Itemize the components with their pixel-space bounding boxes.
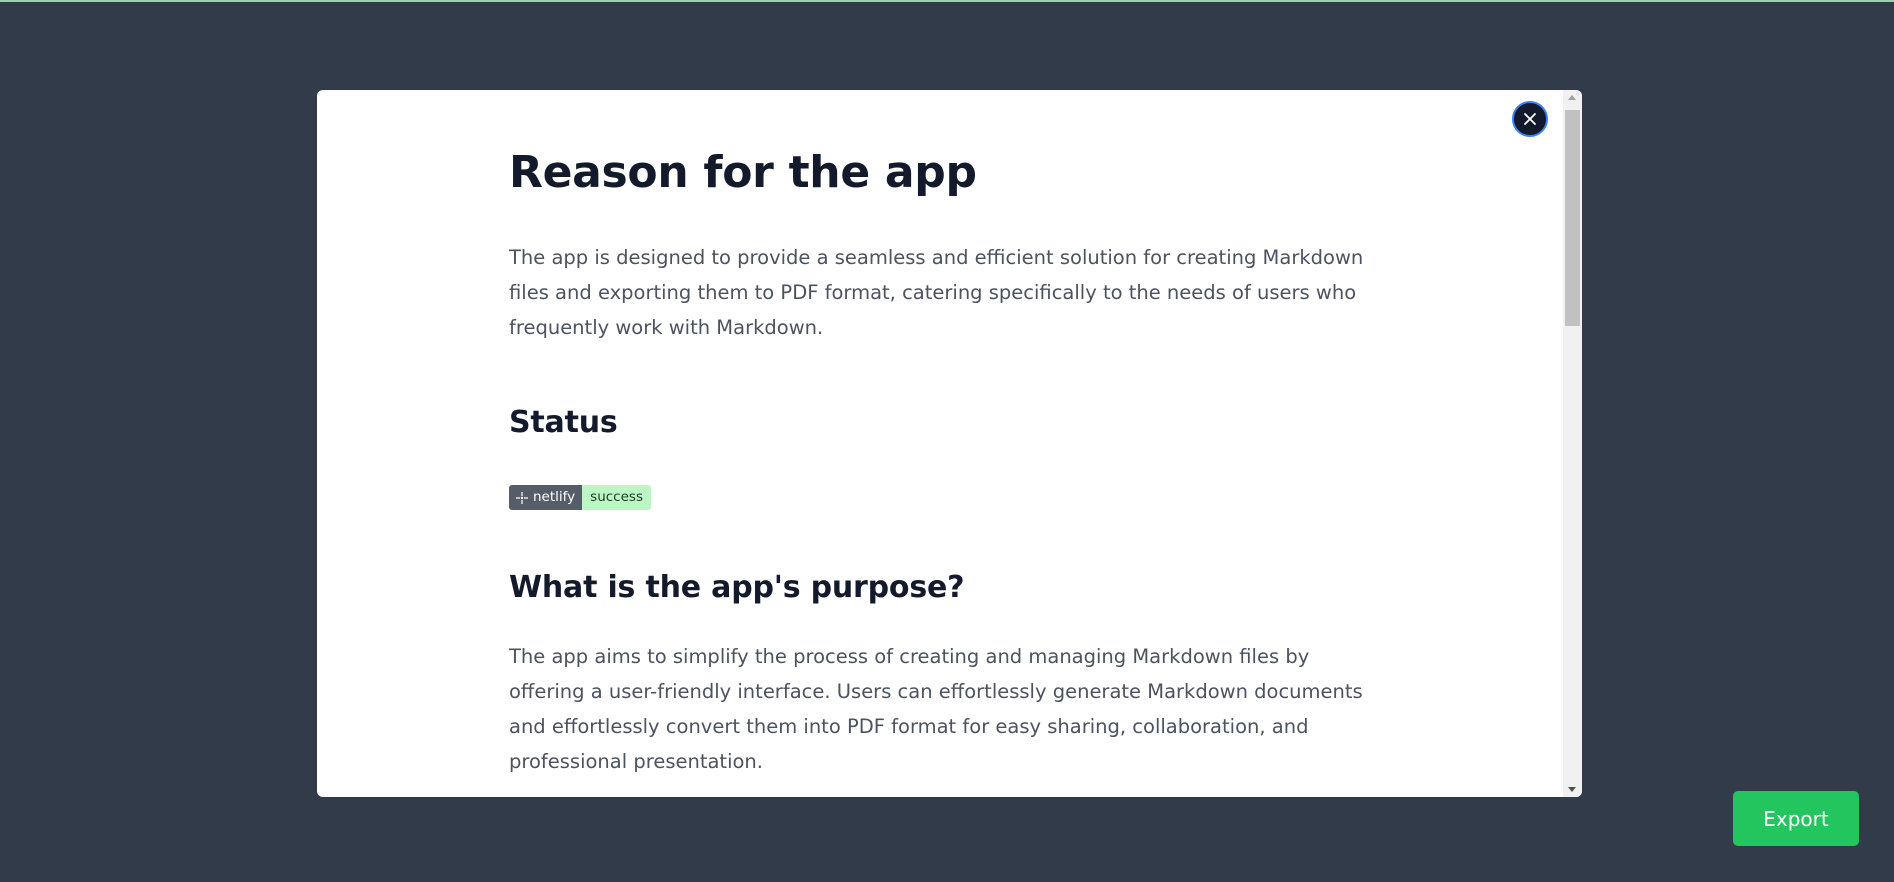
badge-label-section: netlify (509, 485, 583, 510)
purpose-paragraph: The app aims to simplify the process of … (509, 645, 1363, 773)
badge-status: success (582, 485, 651, 510)
scrollbar-thumb[interactable] (1565, 110, 1580, 326)
export-button[interactable]: Export (1733, 791, 1859, 846)
close-modal-button[interactable] (1512, 101, 1548, 137)
purpose-heading: What is the app's purpose? (509, 570, 965, 605)
page-title: Reason for the app (509, 147, 977, 198)
netlify-icon (516, 491, 528, 504)
badge-label: netlify (533, 489, 576, 505)
netlify-status-badge: netlify success (509, 485, 651, 510)
about-modal: Reason for the app The app is designed t… (317, 90, 1582, 797)
scroll-up-arrow-icon[interactable] (1568, 95, 1576, 100)
modal-scrollbar[interactable] (1563, 90, 1582, 797)
scroll-down-arrow-icon[interactable] (1568, 787, 1576, 792)
status-heading: Status (509, 405, 618, 440)
intro-paragraph: The app is designed to provide a seamles… (509, 246, 1364, 339)
close-icon (1524, 113, 1536, 125)
top-accent-line (0, 0, 1894, 2)
